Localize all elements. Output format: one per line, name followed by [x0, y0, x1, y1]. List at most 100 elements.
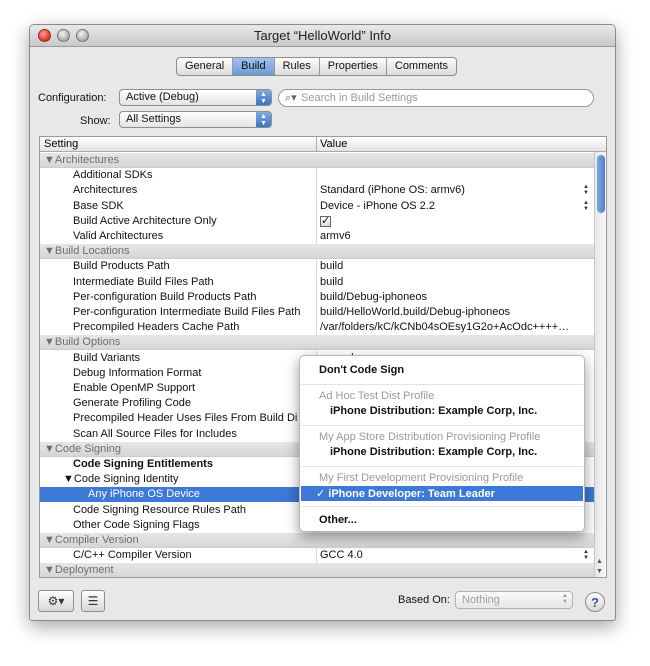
- setting-name: Per-configuration Intermediate Build Fil…: [73, 306, 301, 318]
- popup-arrows-icon[interactable]: ▲ ▼: [583, 184, 589, 196]
- table-row[interactable]: Base SDK Device - iPhone OS 2.2 ▲ ▼: [40, 198, 595, 214]
- setting-value[interactable]: GCC 4.0: [320, 549, 588, 561]
- table-row[interactable]: Per-configuration Build Products Path bui…: [40, 289, 595, 305]
- group-label: ▼Build Options: [44, 336, 121, 349]
- setting-value[interactable]: Standard (iPhone OS: armv6): [320, 184, 588, 196]
- table-row[interactable]: Intermediate Build Files Path build: [40, 274, 595, 290]
- table-row[interactable]: Build Products Path build: [40, 259, 595, 275]
- tab-build[interactable]: Build: [233, 58, 275, 75]
- group-label: ▼Architectures: [44, 154, 120, 166]
- menu-separator: [301, 466, 583, 467]
- setting-column-header[interactable]: Setting: [44, 138, 78, 150]
- settings-group-header[interactable]: ▼Architectures: [40, 153, 595, 168]
- settings-list-button[interactable]: ☰: [81, 590, 105, 612]
- menu-item-other[interactable]: Other...: [319, 514, 357, 526]
- setting-value[interactable]: build/HelloWorld.build/Debug-iphoneos: [320, 306, 588, 318]
- gear-icon: ⚙▾: [47, 594, 65, 608]
- settings-group-header[interactable]: ▼Compiler Version: [40, 533, 595, 548]
- setting-name: Per-configuration Build Products Path: [73, 290, 257, 303]
- column-divider: [316, 320, 317, 336]
- setting-name: Code Signing Resource Rules Path: [73, 503, 247, 516]
- scroll-up-icon[interactable]: ▲: [596, 558, 603, 565]
- setting-value[interactable]: /var/folders/kC/kCNb04sOEsy1G2o+AcOdc+++…: [320, 321, 588, 333]
- setting-name: Base SDK: [73, 199, 124, 212]
- menu-item-appstore-distribution[interactable]: iPhone Distribution: Example Corp, Inc.: [330, 446, 537, 458]
- menu-header-development: My First Development Provisioning Profil…: [319, 472, 524, 484]
- setting-name: Debug Information Format: [73, 366, 202, 379]
- column-divider: [316, 229, 317, 244]
- vertical-scrollbar[interactable]: ▲ ▼: [594, 152, 606, 577]
- setting-name: Enable OpenMP Support: [73, 382, 196, 394]
- popup-arrows-icon[interactable]: ▲ ▼: [583, 549, 589, 561]
- column-divider: [316, 259, 317, 275]
- setting-value[interactable]: build: [320, 276, 588, 288]
- configuration-popup[interactable]: Active (Debug) ▲ ▼: [119, 89, 272, 106]
- setting-value[interactable]: [320, 215, 588, 229]
- table-row[interactable]: Precompiled Headers Cache Path/var/folde…: [40, 320, 595, 336]
- search-placeholder: Search in Build Settings: [301, 92, 418, 104]
- scroll-down-icon[interactable]: ▼: [596, 568, 603, 575]
- setting-name: Valid Architectures: [73, 230, 164, 242]
- setting-name: Other Code Signing Flags: [73, 518, 200, 531]
- configuration-value: Active (Debug): [126, 91, 199, 103]
- configuration-label: Configuration:: [38, 92, 107, 104]
- group-label: ▼Compiler Version: [44, 534, 139, 546]
- setting-value[interactable]: armv6: [320, 230, 588, 242]
- table-header: Setting Value: [40, 137, 606, 152]
- column-divider: [316, 548, 317, 564]
- search-field[interactable]: ⌕▾ Search in Build Settings: [278, 89, 594, 107]
- help-button[interactable]: ?: [585, 592, 605, 612]
- setting-value[interactable]: build: [320, 260, 588, 272]
- tab-bar: General Build Rules Properties Comments: [176, 57, 458, 76]
- table-row[interactable]: Architectures Standard (iPhone OS: armv6)…: [40, 183, 595, 199]
- setting-name: C/C++ Compiler Version: [73, 549, 192, 562]
- setting-name: Scan All Source Files for Includes: [73, 427, 237, 440]
- based-on-popup[interactable]: Nothing ▲ ▼: [455, 591, 573, 609]
- menu-separator: [301, 384, 583, 385]
- table-row[interactable]: Valid Architectures armv6: [40, 229, 595, 244]
- tab-general[interactable]: General: [177, 58, 234, 75]
- tab-rules[interactable]: Rules: [275, 58, 320, 75]
- menu-separator: [301, 506, 583, 507]
- action-menu-button[interactable]: ⚙▾: [38, 590, 74, 612]
- settings-group-header[interactable]: ▼Build Locations: [40, 244, 595, 260]
- table-row[interactable]: Per-configuration Intermediate Build Fil…: [40, 305, 595, 320]
- setting-value[interactable]: Device - iPhone OS 2.2: [320, 200, 588, 212]
- show-value: All Settings: [126, 113, 182, 125]
- table-row[interactable]: Additional SDKs: [40, 168, 595, 184]
- setting-name: Additional SDKs: [73, 169, 153, 182]
- show-popup[interactable]: All Settings ▲ ▼: [119, 111, 272, 128]
- setting-value[interactable]: build/Debug-iphoneos: [320, 291, 588, 303]
- setting-name: Precompiled Headers Cache Path: [73, 321, 240, 334]
- menu-item-dont-code-sign[interactable]: Don't Code Sign: [319, 364, 404, 376]
- popup-arrows-icon: ▲ ▼: [256, 112, 271, 127]
- table-row[interactable]: C/C++ Compiler Version GCC 4.0 ▲ ▼: [40, 548, 595, 564]
- based-on-value: Nothing: [462, 594, 500, 606]
- setting-name: Build Active Architecture Only: [73, 214, 217, 227]
- menu-item-adhoc-distribution[interactable]: iPhone Distribution: Example Corp, Inc.: [330, 405, 537, 417]
- list-icon: ☰: [87, 594, 99, 608]
- info-window: Target “HelloWorld” Info General Build R…: [29, 24, 616, 621]
- settings-group-header[interactable]: ▼Build Options: [40, 335, 595, 351]
- table-row[interactable]: Build Active Architecture Only: [40, 213, 595, 229]
- value-column-header[interactable]: Value: [320, 138, 347, 150]
- tab-comments[interactable]: Comments: [387, 58, 456, 75]
- popup-arrows-icon: ▲ ▼: [256, 90, 271, 105]
- column-divider: [316, 213, 317, 229]
- popup-arrows-icon[interactable]: ▲ ▼: [583, 200, 589, 212]
- column-divider: [316, 274, 317, 290]
- tab-properties[interactable]: Properties: [320, 58, 387, 75]
- setting-name: Build Products Path: [73, 260, 170, 273]
- checkbox-checked[interactable]: [320, 215, 331, 227]
- setting-name: Code Signing Entitlements: [73, 458, 213, 470]
- menu-item-iphone-developer[interactable]: ✓ iPhone Developer: Team Leader: [301, 486, 583, 501]
- group-label: ▼Build Locations: [44, 245, 130, 258]
- column-divider: [316, 289, 317, 305]
- group-label: ▼Deployment: [44, 564, 114, 577]
- title-bar[interactable]: Target “HelloWorld” Info: [30, 25, 615, 47]
- menu-header-adhoc: Ad Hoc Test Dist Profile: [319, 390, 435, 402]
- popup-arrows-icon: ▲ ▼: [562, 593, 568, 605]
- scroll-thumb[interactable]: [597, 155, 605, 213]
- setting-name: Intermediate Build Files Path: [73, 275, 214, 288]
- settings-group-header[interactable]: ▼Deployment: [40, 563, 595, 577]
